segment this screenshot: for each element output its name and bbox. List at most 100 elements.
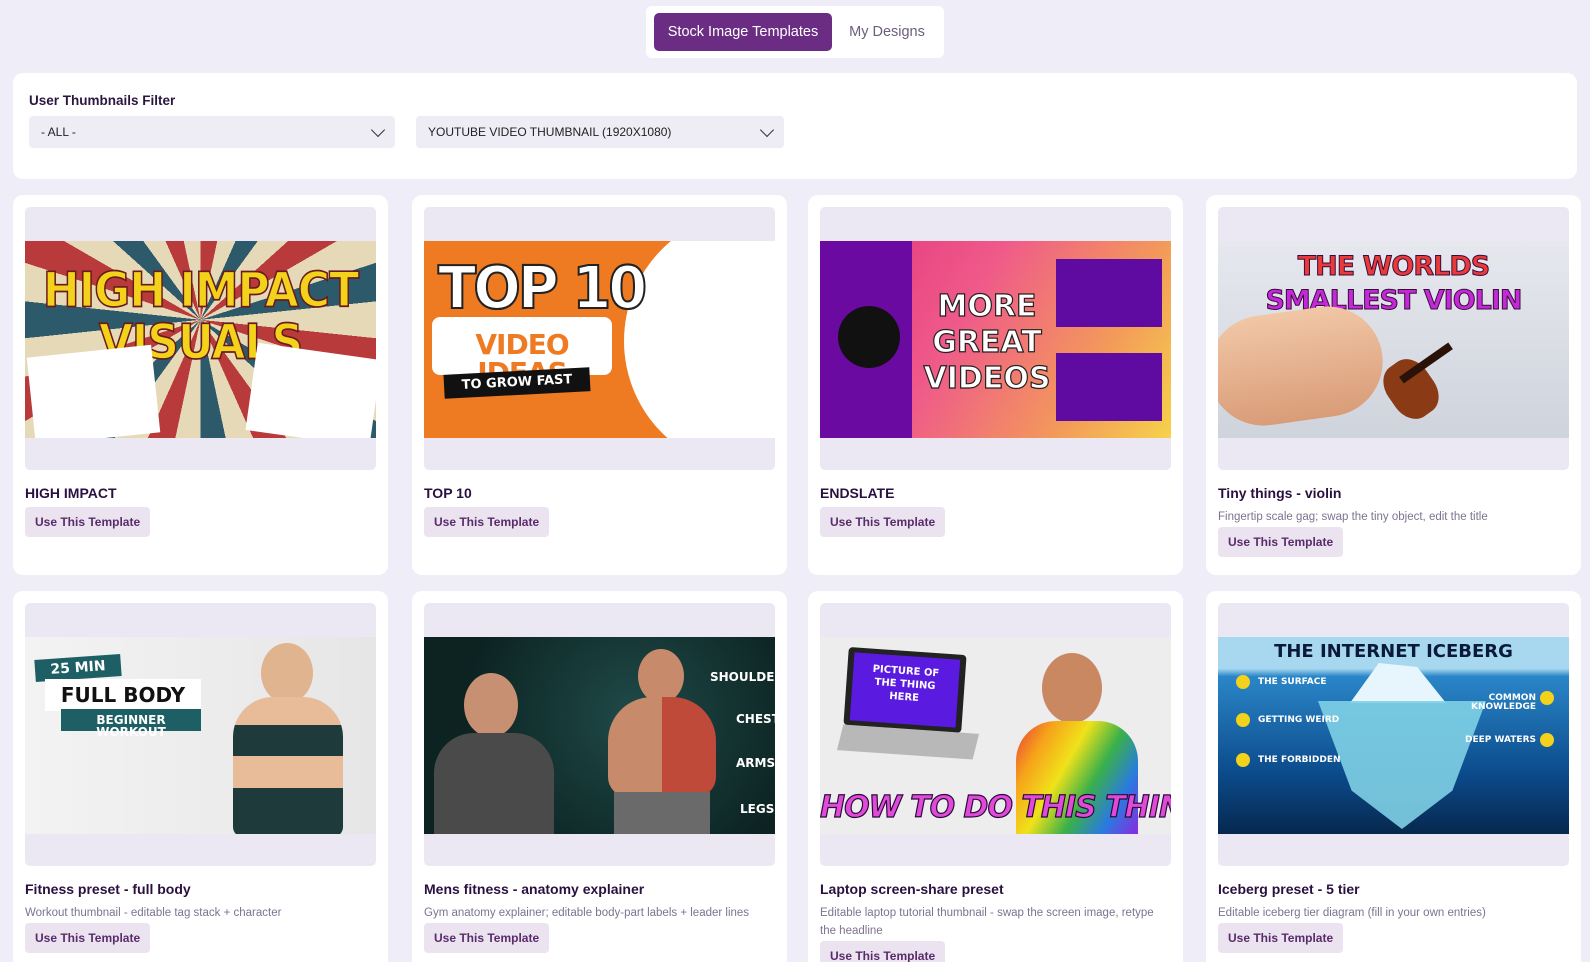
thumbnail-frame: TOP 10 VIDEO IDEAS TO GROW FAST bbox=[424, 207, 775, 470]
thumbnail-image[interactable]: SHOULDERS CHEST ARMS LEGS bbox=[424, 637, 775, 834]
video-placeholder bbox=[1056, 353, 1162, 421]
card-title: Tiny things - violin bbox=[1218, 485, 1342, 501]
template-card-fitness-full-body: 25 MIN FULL BODY BEGINNER WORKOUT Fitnes… bbox=[13, 591, 388, 962]
iceberg-body bbox=[1318, 701, 1486, 829]
card-description: Gym anatomy explainer; editable body-par… bbox=[424, 907, 750, 919]
category-select[interactable]: - ALL - bbox=[29, 116, 395, 148]
thumb-line-2: GREAT bbox=[932, 324, 1043, 360]
use-template-button[interactable]: Use This Template bbox=[1218, 527, 1344, 557]
thumb-headline: HOW TO DO THIS THING! bbox=[820, 790, 1171, 825]
chevron-down-icon bbox=[370, 122, 386, 137]
size-select[interactable]: YOUTUBE VIDEO THUMBNAIL (1920X1080) bbox=[416, 116, 784, 148]
tier-label: DEEP WATERS bbox=[1465, 735, 1536, 745]
template-tabs: Stock Image Templates My Designs bbox=[646, 6, 944, 58]
tab-stock-image-templates[interactable]: Stock Image Templates bbox=[654, 13, 832, 51]
use-template-button[interactable]: Use This Template bbox=[25, 507, 151, 537]
tier-badge-icon bbox=[1236, 675, 1250, 689]
card-title: ENDSLATE bbox=[820, 485, 895, 501]
thumb-headline: THE WORLDS bbox=[1297, 251, 1490, 282]
template-card-top-10: TOP 10 VIDEO IDEAS TO GROW FAST TOP 10 U… bbox=[412, 195, 787, 575]
thumbnail-frame: MORE GREAT VIDEOS bbox=[820, 207, 1171, 470]
thumb-headline: TOP 10 bbox=[437, 254, 648, 323]
use-template-button[interactable]: Use This Template bbox=[820, 507, 946, 537]
template-card-high-impact: HIGH IMPACT VISUALS HIGH IMPACT Use This… bbox=[13, 195, 388, 575]
template-card-tiny-things-violin: THE WORLDS SMALLEST VIOLIN Tiny things -… bbox=[1206, 195, 1581, 575]
thumbnail-image[interactable]: PICTURE OF THE THING HERE HOW TO DO THIS… bbox=[820, 637, 1171, 834]
template-card-laptop-screen-share: PICTURE OF THE THING HERE HOW TO DO THIS… bbox=[808, 591, 1183, 962]
thumb-line-1: MORE bbox=[937, 288, 1037, 324]
use-template-button[interactable]: Use This Template bbox=[424, 507, 550, 537]
card-title: Iceberg preset - 5 tier bbox=[1218, 881, 1360, 897]
thumb-subline: SMALLEST VIOLIN bbox=[1265, 285, 1523, 316]
person-head bbox=[1042, 653, 1102, 723]
card-description: Editable iceberg tier diagram (fill in y… bbox=[1218, 907, 1486, 919]
thumb-line-3: VIDEOS bbox=[923, 360, 1051, 396]
person-body bbox=[434, 733, 554, 834]
filter-title: User Thumbnails Filter bbox=[29, 93, 176, 108]
thumbnail-frame: HIGH IMPACT VISUALS bbox=[25, 207, 376, 470]
card-description: Workout thumbnail - editable tag stack +… bbox=[25, 907, 282, 919]
person-head bbox=[638, 649, 684, 703]
use-template-button[interactable]: Use This Template bbox=[1218, 923, 1344, 953]
violin-icon bbox=[1374, 351, 1448, 427]
label-shoulders: SHOULDERS bbox=[710, 670, 775, 684]
person-head bbox=[261, 643, 313, 703]
size-select-value: YOUTUBE VIDEO THUMBNAIL (1920X1080) bbox=[428, 125, 672, 139]
template-card-endslate: MORE GREAT VIDEOS ENDSLATE Use This Temp… bbox=[808, 195, 1183, 575]
template-card-iceberg-5-tier: THE INTERNET ICEBERG THE SURFACE COMMON … bbox=[1206, 591, 1581, 962]
tab-my-designs[interactable]: My Designs bbox=[838, 13, 936, 51]
card-title: TOP 10 bbox=[424, 485, 472, 501]
thumbnail-frame: 25 MIN FULL BODY BEGINNER WORKOUT bbox=[25, 603, 376, 866]
circle-shape bbox=[624, 241, 775, 438]
person-head bbox=[464, 673, 518, 737]
tier-badge-icon bbox=[1236, 713, 1250, 727]
person-body bbox=[233, 697, 343, 834]
thumbnail-frame: THE WORLDS SMALLEST VIOLIN bbox=[1218, 207, 1569, 470]
photo-placeholder bbox=[26, 344, 161, 438]
card-title: HIGH IMPACT bbox=[25, 485, 117, 501]
thumbnails-filter-panel: User Thumbnails Filter - ALL - YOUTUBE V… bbox=[13, 73, 1577, 179]
card-description: Fingertip scale gag; swap the tiny objec… bbox=[1218, 511, 1488, 523]
card-title: Fitness preset - full body bbox=[25, 881, 191, 897]
category-select-value: - ALL - bbox=[41, 125, 76, 139]
template-card-mens-fitness-anatomy: SHOULDERS CHEST ARMS LEGS Mens fitness -… bbox=[412, 591, 787, 962]
thumb-subline: BEGINNER WORKOUT bbox=[96, 713, 166, 739]
laptop-screen-text: PICTURE OF THE THING HERE bbox=[872, 663, 940, 704]
tier-label: COMMON KNOWLEDGE bbox=[1471, 693, 1536, 712]
tier-label: GETTING WEIRD bbox=[1258, 715, 1340, 725]
chevron-down-icon bbox=[759, 122, 775, 137]
tier-badge-icon bbox=[1540, 733, 1554, 747]
tier-badge-icon bbox=[1540, 691, 1554, 705]
thumbnail-image[interactable]: 25 MIN FULL BODY BEGINNER WORKOUT bbox=[25, 637, 376, 834]
thumbnail-frame: PICTURE OF THE THING HERE HOW TO DO THIS… bbox=[820, 603, 1171, 866]
video-placeholder bbox=[1056, 259, 1162, 327]
card-description: Editable laptop tutorial thumbnail - swa… bbox=[820, 907, 1154, 937]
card-title: Mens fitness - anatomy explainer bbox=[424, 881, 645, 897]
tier-label: THE FORBIDDEN bbox=[1258, 755, 1341, 765]
thumb-headline: FULL BODY bbox=[60, 683, 186, 707]
thumb-headline: HIGH IMPACT bbox=[42, 262, 360, 319]
finger-shape bbox=[1218, 299, 1390, 433]
subscribe-circle bbox=[838, 306, 900, 368]
label-chest: CHEST bbox=[736, 712, 775, 726]
use-template-button[interactable]: Use This Template bbox=[25, 923, 151, 953]
thumbnail-image[interactable]: THE INTERNET ICEBERG THE SURFACE COMMON … bbox=[1218, 637, 1569, 834]
thumbnail-image[interactable]: HIGH IMPACT VISUALS bbox=[25, 241, 376, 438]
label-arms: ARMS bbox=[736, 756, 775, 770]
tier-label: THE SURFACE bbox=[1258, 677, 1327, 687]
use-template-button[interactable]: Use This Template bbox=[820, 941, 946, 962]
label-legs: LEGS bbox=[740, 802, 775, 816]
use-template-button[interactable]: Use This Template bbox=[424, 923, 550, 953]
thumbnail-frame: THE INTERNET ICEBERG THE SURFACE COMMON … bbox=[1218, 603, 1569, 866]
photo-placeholder bbox=[245, 342, 376, 438]
card-title: Laptop screen-share preset bbox=[820, 881, 1004, 897]
tier-badge-icon bbox=[1236, 753, 1250, 767]
thumbnail-frame: SHOULDERS CHEST ARMS LEGS bbox=[424, 603, 775, 866]
thumbnail-image[interactable]: MORE GREAT VIDEOS bbox=[820, 241, 1171, 438]
thumbnail-image[interactable]: THE WORLDS SMALLEST VIOLIN bbox=[1218, 241, 1569, 438]
thumb-headline: MORE GREAT VIDEOS bbox=[912, 288, 1062, 397]
thumb-headline: THE INTERNET ICEBERG bbox=[1274, 641, 1513, 662]
anatomy-torso bbox=[608, 697, 716, 797]
thumbnail-image[interactable]: TOP 10 VIDEO IDEAS TO GROW FAST bbox=[424, 241, 775, 438]
person-shorts bbox=[614, 792, 710, 834]
